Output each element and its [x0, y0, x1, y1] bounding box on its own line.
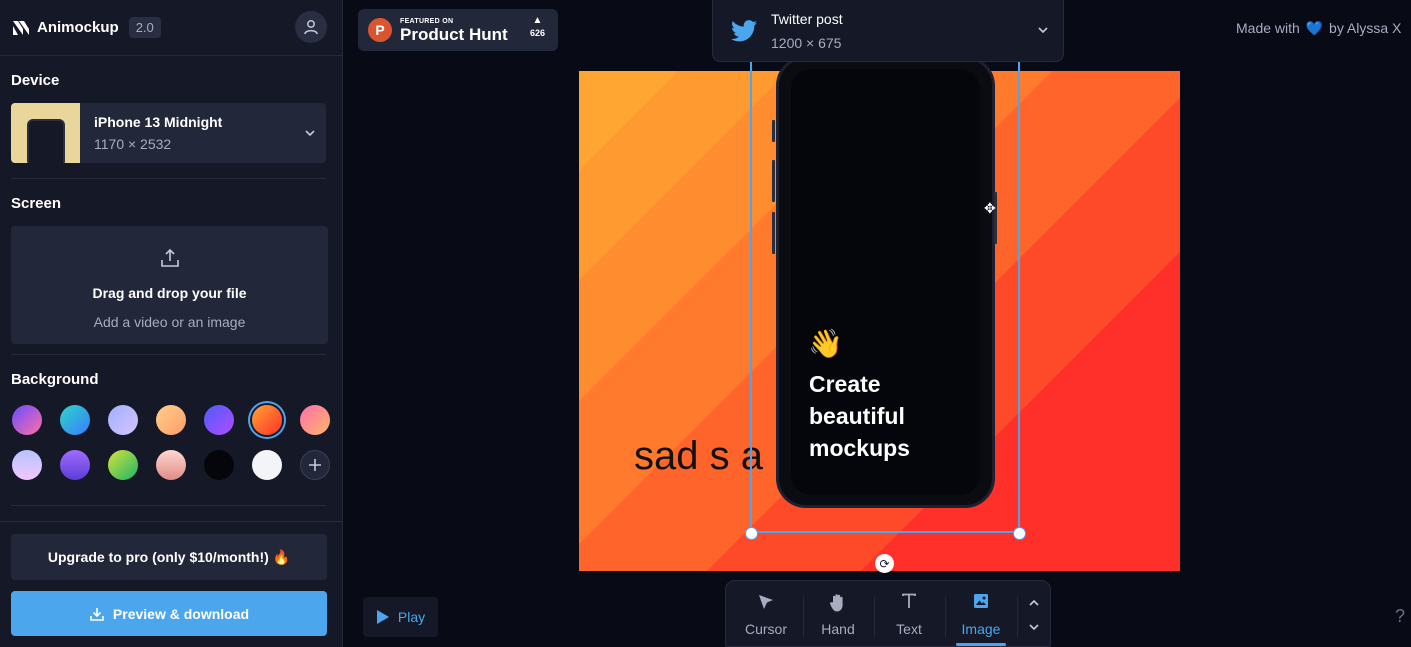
tool-label: Text: [896, 621, 922, 637]
tool-image[interactable]: Image: [946, 581, 1016, 647]
image-icon: [946, 593, 1016, 613]
cursor-icon: [731, 593, 801, 613]
upload-icon: [11, 248, 328, 273]
selection-box[interactable]: [750, 56, 1020, 533]
background-swatch-pastel[interactable]: [12, 450, 42, 480]
app-name: Animockup: [37, 19, 119, 36]
tool-hand[interactable]: Hand: [803, 581, 873, 647]
upvote-arrow-icon: ▲: [532, 15, 543, 26]
tool-stepper: [1018, 591, 1050, 639]
tool-text[interactable]: Text: [874, 581, 944, 647]
background-swatch-peach[interactable]: [156, 405, 186, 435]
resize-handle-bottom-right[interactable]: [1013, 527, 1026, 540]
divider: [11, 178, 326, 179]
play-button[interactable]: Play: [363, 597, 438, 637]
credit-author: by Alyssa X: [1329, 20, 1402, 36]
device-size: 1170 × 2532: [94, 136, 172, 152]
text-icon: [874, 593, 944, 613]
format-select[interactable]: Twitter post 1200 × 675: [712, 0, 1064, 62]
ph-name: Product Hunt: [400, 24, 508, 44]
twitter-icon: [731, 19, 757, 41]
credit-prefix: Made with: [1236, 20, 1300, 36]
tool-label: Image: [961, 621, 1001, 637]
background-swatch-white[interactable]: [252, 450, 282, 480]
download-icon: [90, 607, 104, 621]
format-name: Twitter post: [771, 10, 843, 27]
screen-section-title: Screen: [11, 195, 62, 212]
play-icon: [376, 610, 389, 624]
chevron-down-icon: [1038, 27, 1048, 34]
user-icon: [304, 20, 318, 35]
made-with-credit[interactable]: Made with 💙 by Alyssa X: [1236, 20, 1401, 37]
background-swatch-purple-stripes[interactable]: [60, 450, 90, 480]
format-size: 1200 × 675: [771, 34, 842, 51]
tool-cursor[interactable]: Cursor: [731, 581, 801, 647]
tool-toolbar: Cursor Hand Text Image: [725, 580, 1051, 647]
chevron-down-icon[interactable]: [1018, 615, 1050, 639]
background-swatch-pink-orange[interactable]: [300, 405, 330, 435]
sidebar: Animockup 2.0 Device iPhone 13 Midnight …: [0, 0, 343, 647]
hand-icon: [803, 593, 873, 613]
tool-label: Hand: [821, 621, 855, 637]
file-dropzone[interactable]: Drag and drop your file Add a video or a…: [11, 226, 328, 344]
device-select[interactable]: iPhone 13 Midnight 1170 × 2532: [11, 103, 326, 163]
device-thumbnail: [11, 103, 80, 163]
plus-icon: [309, 459, 321, 471]
divider: [0, 521, 343, 522]
app-version-badge: 2.0: [128, 17, 161, 38]
divider: [11, 354, 326, 355]
dropzone-title: Drag and drop your file: [92, 285, 247, 301]
user-account-button[interactable]: [295, 11, 327, 43]
move-cursor-icon: ✥: [984, 200, 996, 216]
dropzone-subtitle: Add a video or an image: [93, 314, 246, 330]
animockup-logo-icon: [13, 20, 29, 35]
preview-download-label: Preview & download: [112, 605, 250, 622]
ph-vote-count: 626: [529, 28, 545, 38]
tool-label: Cursor: [744, 621, 787, 637]
brand-header: Animockup 2.0: [0, 0, 342, 56]
background-section-title: Background: [11, 371, 99, 388]
background-swatch-cyan-blue[interactable]: [60, 405, 90, 435]
background-swatch-rose[interactable]: [156, 450, 186, 480]
help-button[interactable]: ?: [1395, 606, 1405, 627]
product-hunt-logo-icon: P: [368, 18, 392, 42]
device-section-title: Device: [11, 72, 60, 89]
background-swatch-violet[interactable]: [204, 405, 234, 435]
chevron-up-icon[interactable]: [1018, 591, 1050, 615]
background-swatch-purple-pink[interactable]: [12, 405, 42, 435]
ph-featured-text: FEATURED ON: [400, 17, 454, 25]
background-swatch-lavender[interactable]: [108, 405, 138, 435]
ph-votes: ▲ 626: [530, 16, 545, 38]
play-label: Play: [397, 609, 426, 625]
rotate-handle-icon[interactable]: ⟳: [875, 554, 894, 573]
add-background-button[interactable]: [300, 450, 330, 480]
heart-icon: 💙: [1305, 20, 1324, 36]
background-swatch-black[interactable]: [204, 450, 234, 480]
resize-handle-bottom-left[interactable]: [745, 527, 758, 540]
chevron-down-icon: [305, 130, 315, 137]
preview-download-button[interactable]: Preview & download: [11, 591, 327, 636]
device-name: iPhone 13 Midnight: [94, 114, 223, 130]
product-hunt-badge[interactable]: P FEATURED ON Product Hunt ▲ 626: [358, 9, 558, 51]
background-swatch-orange-red[interactable]: [252, 405, 282, 435]
upgrade-button[interactable]: Upgrade to pro (only $10/month!) 🔥: [11, 534, 327, 580]
divider: [11, 505, 326, 506]
canvas-text-layer[interactable]: sad s a: [634, 434, 763, 479]
background-swatch-lime[interactable]: [108, 450, 138, 480]
